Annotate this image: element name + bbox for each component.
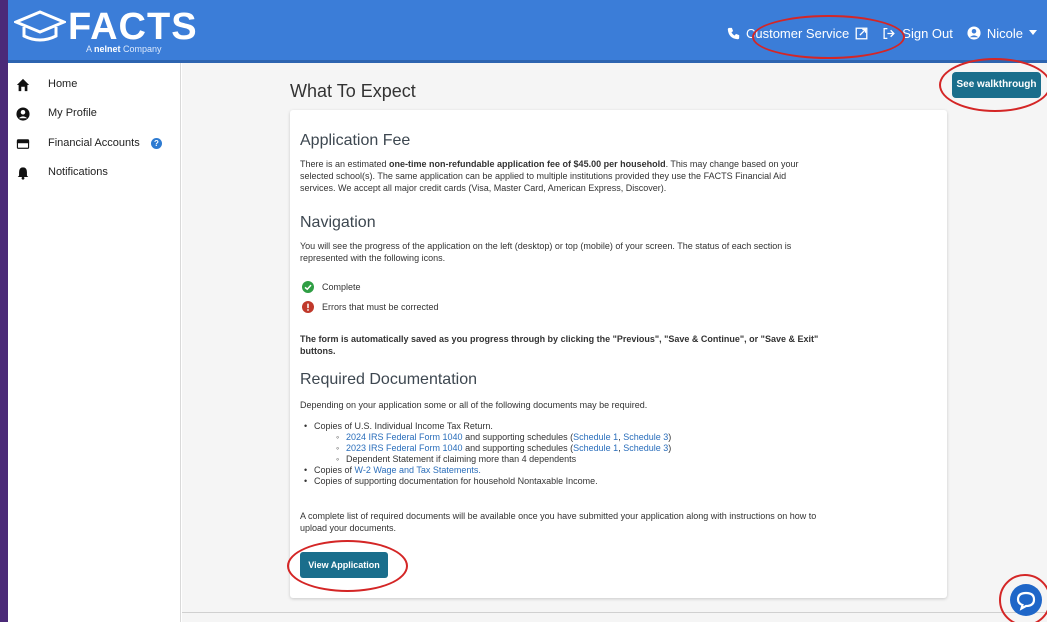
- top-header: FACTS A nelnet Company Customer Service …: [0, 0, 1047, 63]
- caret-down-icon: [1029, 30, 1037, 35]
- sidebar-item-notifications[interactable]: Notifications: [8, 159, 181, 187]
- w2-statements-link[interactable]: W-2 Wage and Tax Statements.: [355, 465, 481, 475]
- user-circle-icon: [16, 107, 30, 121]
- sidebar: Home My Profile Financial Accounts ? Not…: [8, 63, 181, 622]
- exclamation-circle-icon: [302, 301, 314, 313]
- home-icon: [16, 78, 30, 92]
- navigation-heading: Navigation: [300, 214, 376, 231]
- sidebar-item-my-profile[interactable]: My Profile: [8, 100, 181, 128]
- documents-list: Copies of U.S. Individual Income Tax Ret…: [300, 421, 820, 487]
- sign-out-icon: [883, 27, 896, 39]
- user-name: Nicole: [986, 25, 1023, 41]
- status-complete: Complete: [302, 281, 361, 293]
- closing-text: A complete list of required documents wi…: [300, 511, 817, 533]
- sidebar-item-label: Home: [48, 78, 78, 90]
- application-fee-heading: Application Fee: [300, 132, 411, 149]
- check-circle-icon: [302, 281, 314, 293]
- chat-bubble-icon: [1016, 591, 1036, 611]
- list-item: Copies of W-2 Wage and Tax Statements.: [300, 465, 820, 476]
- sidebar-item-label: Notifications: [48, 166, 108, 178]
- sidebar-item-label: Financial Accounts: [48, 137, 140, 149]
- schedule-1-link[interactable]: Schedule 1: [573, 432, 618, 442]
- list-item: Dependent Statement if claiming more tha…: [314, 454, 820, 465]
- sidebar-item-label: My Profile: [48, 107, 97, 119]
- form-1040-2024-link[interactable]: 2024 IRS Federal Form 1040: [346, 432, 463, 442]
- list-item: 2024 IRS Federal Form 1040 and supportin…: [314, 432, 820, 443]
- see-walkthrough-button[interactable]: See walkthrough: [952, 72, 1041, 98]
- help-icon[interactable]: ?: [151, 138, 162, 149]
- form-1040-2023-link[interactable]: 2023 IRS Federal Form 1040: [346, 443, 463, 453]
- sidebar-item-home[interactable]: Home: [8, 71, 181, 99]
- logo-tagline: A nelnet Company: [86, 44, 162, 54]
- list-item: Copies of U.S. Individual Income Tax Ret…: [300, 421, 820, 465]
- schedule-3-link[interactable]: Schedule 3: [623, 443, 668, 453]
- credit-card-icon: [16, 139, 30, 149]
- customer-service-label: Customer Service: [745, 25, 850, 41]
- sidebar-item-financial-accounts[interactable]: Financial Accounts ?: [8, 130, 181, 158]
- user-circle-icon: [967, 26, 981, 40]
- application-fee-text: There is an estimated one-time non-refun…: [300, 159, 799, 193]
- external-link-icon: [855, 27, 868, 39]
- page-title: What To Expect: [290, 81, 416, 101]
- documentation-intro: Depending on your application some or al…: [300, 400, 648, 410]
- footer-divider: [182, 612, 1047, 613]
- header-actions: Customer Service Sign Out Nicole: [727, 22, 1037, 44]
- sign-out-link[interactable]: Sign Out: [882, 26, 953, 41]
- list-item: Copies of supporting documentation for h…: [300, 476, 820, 487]
- schedule-1-link[interactable]: Schedule 1: [573, 443, 618, 453]
- schedule-3-link[interactable]: Schedule 3: [623, 432, 668, 442]
- list-item: 2023 IRS Federal Form 1040 and supportin…: [314, 443, 820, 454]
- customer-service-link[interactable]: Customer Service: [727, 26, 868, 41]
- autosave-notice: The form is automatically saved as you p…: [300, 334, 819, 356]
- bell-icon: [17, 167, 29, 180]
- view-application-button[interactable]: View Application: [300, 552, 388, 578]
- status-errors: Errors that must be corrected: [302, 301, 439, 313]
- sign-out-label: Sign Out: [902, 25, 953, 41]
- window-frame: [0, 0, 8, 622]
- facts-logo[interactable]: FACTS A nelnet Company: [12, 6, 197, 58]
- logo-text: FACTS: [68, 6, 198, 48]
- main-content: What To Expect See walkthrough Applicati…: [182, 63, 1047, 622]
- user-menu[interactable]: Nicole: [967, 26, 1037, 41]
- required-documentation-heading: Required Documentation: [300, 371, 477, 388]
- logo-mark-icon: [14, 10, 66, 42]
- phone-icon: [727, 27, 740, 39]
- chat-button[interactable]: [1010, 584, 1042, 616]
- info-card: Application Fee There is an estimated on…: [290, 110, 947, 598]
- navigation-text: You will see the progress of the applica…: [300, 241, 792, 263]
